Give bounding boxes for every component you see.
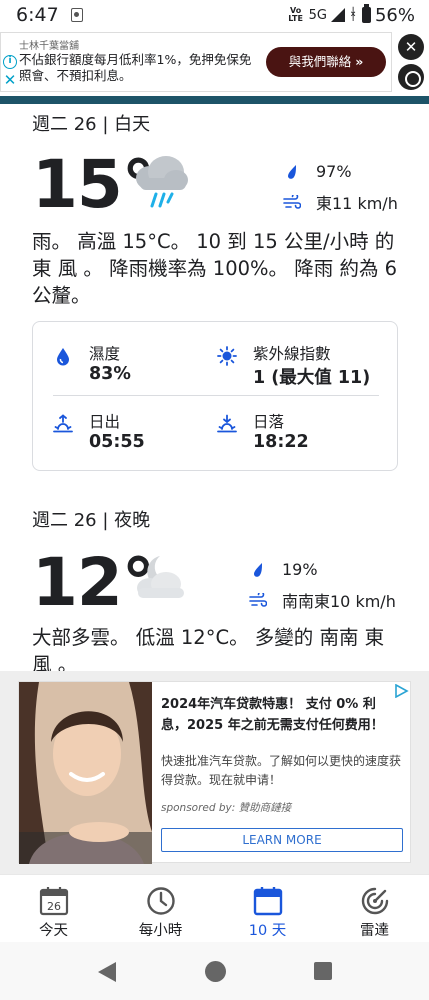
nav-radar[interactable]: 雷達 bbox=[321, 875, 428, 943]
day-description: 雨。 高溫 15°C。 10 到 15 公里/小時 的 東 風 。 降雨機率為 … bbox=[32, 230, 398, 307]
top-ad-banner[interactable]: 士林千葉當舖 i ✕ 不佔銀行額度每月低利率1%，免押免保免照會、不預扣利息。 … bbox=[0, 30, 429, 92]
calendar-day-number: 26 bbox=[47, 900, 61, 913]
contact-us-label: 與我們聯絡 bbox=[288, 54, 352, 69]
day-wind-value: 東11 km/h bbox=[316, 194, 398, 213]
details-divider bbox=[53, 395, 379, 396]
bottom-ad-sponsor: sponsored by: 贊助商鏈接 bbox=[161, 802, 292, 814]
ad-dismiss-icon[interactable]: ✕ bbox=[3, 73, 17, 88]
nav-10-day-label: 10 天 bbox=[248, 923, 287, 939]
bottom-ad-card[interactable]: 2024年汽车贷款特惠！ 支付 0% 利息，2025 年之前无需支付任何费用！ … bbox=[18, 681, 411, 864]
network-type: 5G bbox=[308, 7, 327, 23]
status-bar: 6:47 Vo LTE 5G ↓ ↑ 56% bbox=[0, 0, 429, 30]
day-precip-value: 97% bbox=[316, 162, 352, 181]
sunrise-icon bbox=[53, 414, 73, 433]
night-wind-value: 南南東10 km/h bbox=[282, 592, 396, 611]
status-time: 6:47 bbox=[16, 4, 59, 26]
raindrop-icon bbox=[282, 164, 302, 180]
humidity-value: 83% bbox=[89, 364, 131, 384]
sunrise-label: 日出 bbox=[89, 413, 121, 431]
humidity-item: 濕度 83% bbox=[53, 342, 213, 388]
volte-icon: Vo LTE bbox=[288, 6, 303, 23]
clock-icon bbox=[147, 887, 175, 915]
night-wind-stat: 南南東10 km/h bbox=[248, 588, 396, 612]
adchoices-icon[interactable] bbox=[398, 64, 424, 90]
battery-icon bbox=[361, 4, 371, 23]
bottom-ad-body: 快速批准汽车贷款。了解如何以更快的速度获得贷款。现在就申请！ bbox=[161, 754, 402, 787]
nav-hourly-label: 每小時 bbox=[138, 923, 183, 939]
header-strip bbox=[0, 96, 429, 104]
status-indicators: Vo LTE 5G ↓ ↑ 56% bbox=[287, 4, 415, 26]
night-section-title: 週二 26 | 夜晚 bbox=[32, 510, 151, 531]
rain-cloud-icon bbox=[136, 156, 188, 208]
nav-10-day[interactable]: 10 天 bbox=[214, 875, 321, 943]
bottom-ad-title[interactable]: 2024年汽车贷款特惠！ 支付 0% 利息，2025 年之前无需支付任何费用！ bbox=[161, 694, 401, 736]
calendar-range-icon bbox=[253, 887, 283, 916]
nav-radar-label: 雷達 bbox=[360, 923, 389, 939]
humidity-drop-icon bbox=[57, 348, 69, 366]
night-precip-value: 19% bbox=[282, 560, 318, 579]
home-icon[interactable] bbox=[205, 961, 226, 982]
back-icon[interactable] bbox=[98, 962, 116, 982]
calendar-icon: 26 bbox=[39, 887, 69, 916]
sunset-item: 日落 18:22 bbox=[217, 410, 377, 456]
sun-icon bbox=[217, 346, 237, 366]
day-wind-stat: 東11 km/h bbox=[282, 190, 398, 214]
sunrise-value: 05:55 bbox=[89, 432, 145, 452]
wind-icon bbox=[248, 592, 268, 608]
bottom-navigation: 26 今天 每小時 10 天 雷達 bbox=[0, 874, 429, 942]
notification-icon bbox=[70, 8, 83, 22]
close-ad-icon[interactable]: ✕ bbox=[398, 34, 424, 60]
chevron-right-icon: » bbox=[355, 54, 364, 69]
data-activity-icon: ↓ ↑ bbox=[348, 6, 358, 24]
bottom-ad-container: 2024年汽车贷款特惠！ 支付 0% 利息，2025 年之前无需支付任何费用！ … bbox=[0, 671, 429, 874]
ad-photo[interactable] bbox=[19, 682, 152, 864]
day-details-card: 濕度 83% 紫外線指數 1 (最大值 11) 日出 05:55 日落 18:2… bbox=[32, 321, 398, 471]
sunrise-item: 日出 05:55 bbox=[53, 410, 213, 456]
uv-label: 紫外線指數 bbox=[253, 345, 331, 363]
top-ad-text: 不佔銀行額度每月低利率1%，免押免保免照會、不預扣利息。 bbox=[19, 52, 252, 83]
sunset-icon bbox=[217, 414, 237, 433]
radar-icon bbox=[361, 887, 389, 915]
cloudy-moon-icon bbox=[137, 556, 184, 598]
day-section-title: 週二 26 | 白天 bbox=[32, 114, 151, 135]
ad-info-icon[interactable]: i bbox=[3, 55, 17, 69]
day-precip-stat: 97% bbox=[282, 162, 352, 181]
learn-more-button[interactable]: LEARN MORE bbox=[161, 828, 403, 852]
system-navigation-bar bbox=[0, 942, 429, 1000]
uv-item: 紫外線指數 1 (最大值 11) bbox=[217, 342, 387, 388]
nav-today[interactable]: 26 今天 bbox=[0, 875, 107, 943]
top-ad-sponsor: 士林千葉當舖 bbox=[19, 41, 79, 52]
contact-us-button[interactable]: 與我們聯絡» bbox=[266, 47, 386, 77]
top-ad-card[interactable]: 士林千葉當舖 i ✕ 不佔銀行額度每月低利率1%，免押免保免照會、不預扣利息。 … bbox=[0, 32, 392, 92]
raindrop-icon bbox=[248, 562, 268, 578]
wind-icon bbox=[282, 194, 302, 210]
night-description: 大部多雲。 低溫 12°C。 多變的 南南 東 風 。 bbox=[32, 626, 385, 676]
humidity-label: 濕度 bbox=[89, 345, 121, 363]
night-precip-stat: 19% bbox=[248, 560, 318, 579]
day-forecast-section: 週二 26 | 白天 15° 97% 東11 km/h 雨。 高溫 15°C。 … bbox=[0, 104, 429, 474]
battery-percent: 56% bbox=[374, 4, 415, 26]
signal-icon bbox=[330, 8, 345, 22]
sunset-label: 日落 bbox=[253, 413, 285, 431]
sunset-value: 18:22 bbox=[253, 432, 309, 452]
uv-value: 1 (最大值 11) bbox=[253, 368, 371, 388]
nav-today-label: 今天 bbox=[39, 923, 68, 939]
night-forecast-section: 週二 26 | 夜晚 12° 19% 南南東10 km/h 大部多雲。 低溫 1… bbox=[0, 500, 429, 676]
nav-hourly[interactable]: 每小時 bbox=[107, 875, 214, 943]
recent-apps-icon[interactable] bbox=[314, 962, 332, 980]
